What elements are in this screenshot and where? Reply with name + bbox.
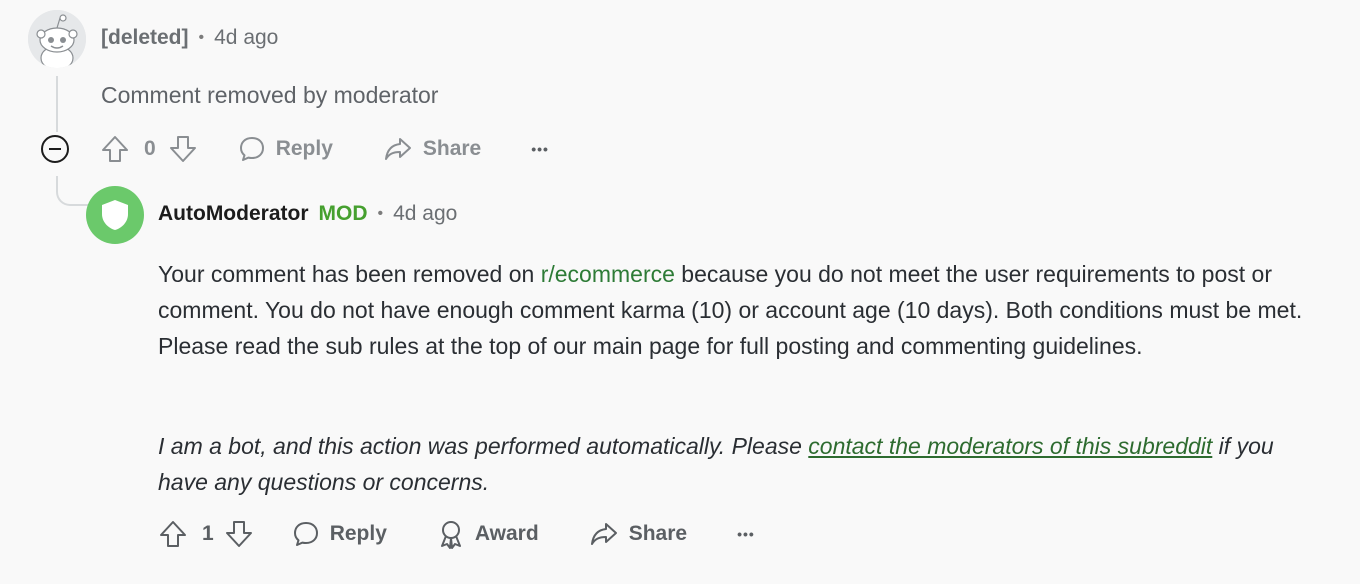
share-button[interactable]: Share (383, 135, 481, 163)
disclaimer-text: I am a bot, and this action was performe… (158, 433, 809, 459)
more-options-button[interactable]: ••• (737, 526, 755, 542)
award-label: Award (474, 522, 539, 545)
comment-body: Comment removed by moderator (101, 82, 439, 108)
timestamp[interactable]: 4d ago (393, 202, 457, 226)
reply-label: Reply (329, 522, 387, 545)
comment-meta: AutoModerator MOD • 4d ago (158, 202, 457, 226)
comment-meta: [deleted] • 4d ago (101, 26, 278, 50)
upvote-icon[interactable] (100, 134, 130, 164)
thread-line (56, 76, 58, 132)
timestamp[interactable]: 4d ago (214, 26, 278, 50)
award-icon (437, 519, 465, 549)
separator: • (377, 205, 384, 222)
separator: • (198, 29, 205, 46)
reply-button[interactable]: Reply (238, 135, 333, 163)
snoo-icon (28, 10, 86, 68)
share-icon (589, 520, 619, 548)
minus-icon (49, 148, 61, 150)
body-text: Your comment has been removed on (158, 261, 541, 287)
username[interactable]: AutoModerator (158, 202, 309, 226)
vote-count: 0 (144, 137, 156, 160)
thread-connector (56, 176, 90, 206)
bot-disclaimer: I am a bot, and this action was performe… (158, 428, 1328, 500)
shield-icon (102, 200, 128, 230)
more-options-button[interactable]: ••• (531, 141, 549, 157)
contact-moderators-link[interactable]: contact the moderators of this subreddit (808, 433, 1212, 459)
share-label: Share (628, 522, 688, 545)
downvote-icon[interactable] (224, 519, 254, 549)
comment-body: Your comment has been removed on r/ecomm… (158, 256, 1328, 364)
downvote-icon[interactable] (168, 134, 198, 164)
comment-icon (292, 520, 320, 548)
reply-button[interactable]: Reply (292, 520, 387, 548)
comment-actions: 1 Reply Award Share ••• (158, 519, 755, 549)
collapse-button[interactable] (41, 135, 69, 163)
comment-actions: 0 Reply Share ••• (100, 134, 549, 164)
subreddit-link[interactable]: r/ecommerce (541, 261, 675, 287)
reply-label: Reply (275, 137, 333, 160)
share-label: Share (422, 137, 482, 160)
username[interactable]: [deleted] (101, 26, 189, 50)
vote-count: 1 (202, 522, 214, 545)
upvote-icon[interactable] (158, 519, 188, 549)
mod-badge: MOD (318, 202, 368, 225)
avatar[interactable] (86, 186, 144, 244)
share-button[interactable]: Share (589, 520, 687, 548)
avatar[interactable] (28, 10, 86, 68)
share-icon (383, 135, 413, 163)
award-button[interactable]: Award (437, 519, 539, 549)
comment-icon (238, 135, 266, 163)
